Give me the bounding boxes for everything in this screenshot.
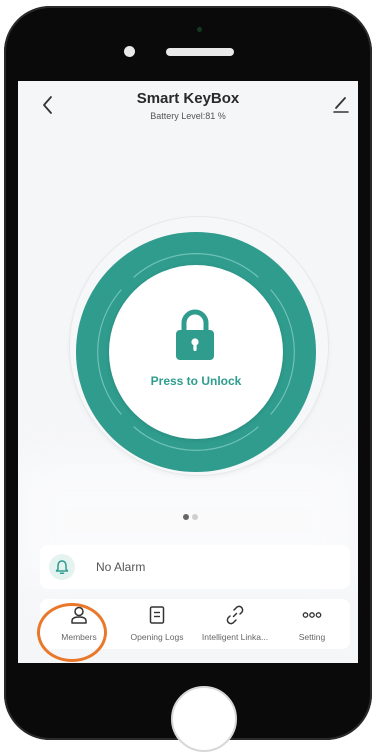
- tab-opening-logs[interactable]: Opening Logs: [118, 599, 196, 649]
- bell-icon: [55, 560, 69, 575]
- page-indicator: [183, 507, 201, 520]
- press-to-unlock-label[interactable]: Press to Unlock: [136, 374, 256, 388]
- more-dots-icon: [302, 612, 322, 618]
- tab-label: Intelligent Linka...: [201, 632, 269, 642]
- tab-setting[interactable]: Setting: [274, 599, 350, 649]
- document-icon: [149, 606, 165, 624]
- tab-label: Opening Logs: [130, 632, 184, 642]
- alarm-status: No Alarm: [96, 560, 146, 574]
- page-dot: [192, 514, 198, 520]
- members-highlight-circle: [37, 603, 107, 662]
- page-title: Smart KeyBox: [136, 90, 240, 107]
- edit-pencil-icon[interactable]: [332, 95, 350, 113]
- alarm-card[interactable]: No Alarm: [40, 545, 350, 589]
- front-camera: [124, 46, 135, 57]
- earpiece-speaker: [166, 48, 234, 56]
- battery-level: Battery Level:81 %: [150, 111, 226, 121]
- sensor-dot: [197, 27, 202, 32]
- home-button[interactable]: [171, 686, 237, 752]
- app-screen: Smart KeyBox Battery Level:81 % Press to…: [18, 81, 358, 663]
- page-dot-active: [183, 514, 189, 520]
- tab-intelligent-linkage[interactable]: Intelligent Linka...: [196, 599, 274, 649]
- link-icon: [226, 605, 244, 625]
- tab-label: Setting: [298, 632, 326, 642]
- padlock-icon: [176, 309, 214, 360]
